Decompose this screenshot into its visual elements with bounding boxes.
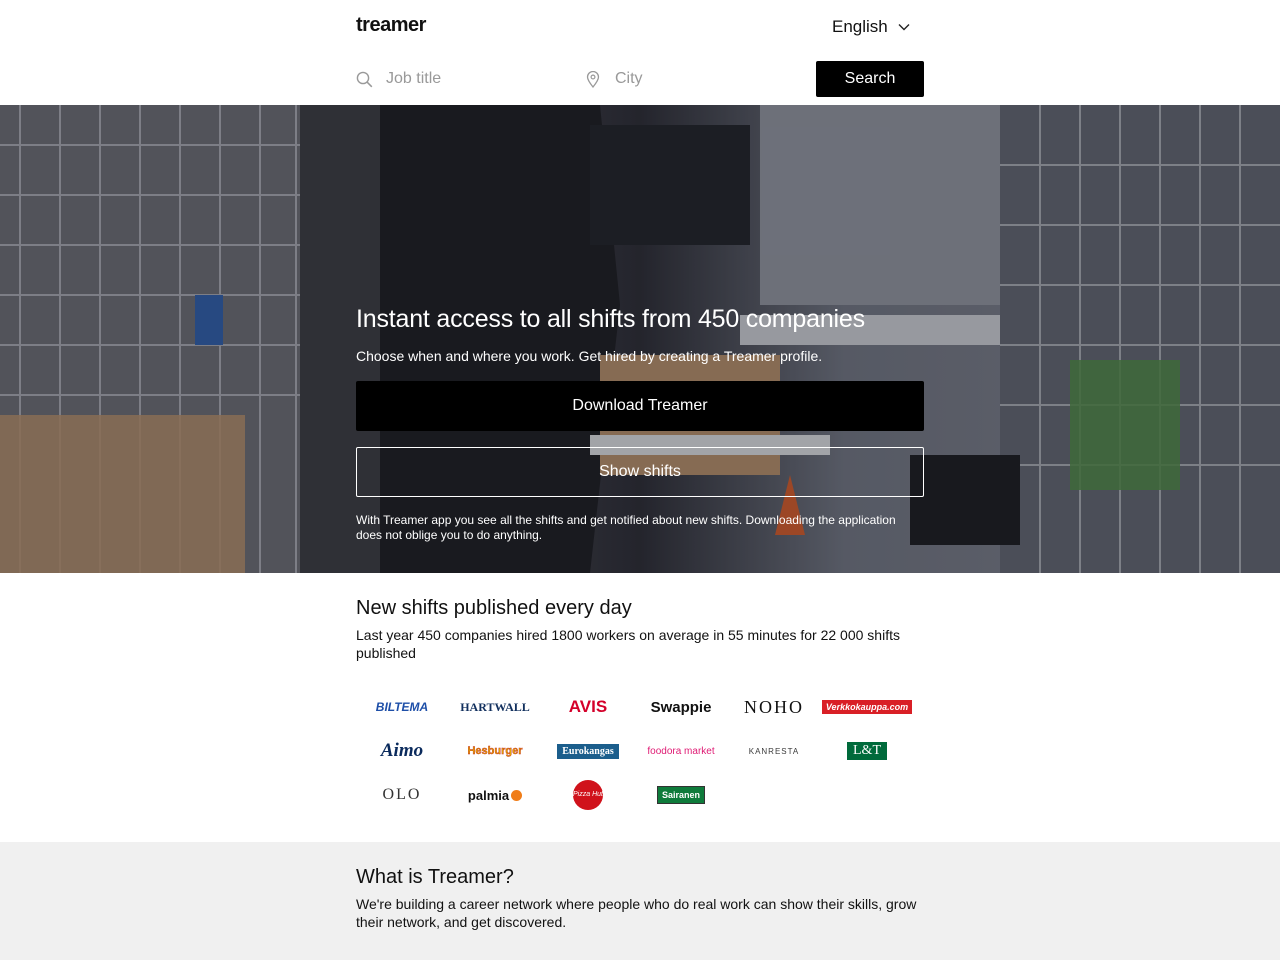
brand-logo-avis: AVIS [568,697,608,716]
language-selector[interactable]: English [832,17,910,37]
hero-subtitle: Choose when and where you work. Get hire… [356,348,823,364]
search-bar: Search [356,61,924,97]
brand-logo-hesburger: Hesburger [467,745,523,757]
shifts-description: Last year 450 companies hired 1800 worke… [356,627,900,661]
what-title: What is Treamer? [356,866,514,888]
what-description: We're building a career network where pe… [356,896,917,930]
palmia-dot-icon [511,789,523,801]
shifts-title: New shifts published every day [356,597,632,619]
hero-title: Instant access to all shifts from 450 co… [356,305,865,333]
brand-logo-biltema: BILTEMA [375,700,429,714]
hero-content: Instant access to all shifts from 450 co… [356,303,924,543]
brand-logo-olo: OLO [382,786,422,803]
city-field [586,61,816,97]
treamer-logo[interactable]: treamer [356,14,426,37]
search-icon [356,71,373,87]
brand-logo-swappie: Swappie [650,698,712,716]
city-input[interactable] [615,70,785,88]
brand-logo-noho: NOHO [744,696,804,717]
language-label: English [832,17,888,36]
company-logos: BILTEMA HARTWALL AVIS Swappie NOHO Verkk… [356,685,924,817]
brand-logo-eurokangas: Eurokangas [542,729,634,773]
hero-fine-print: With Treamer app you see all the shifts … [356,513,896,542]
hero-section: Instant access to all shifts from 450 co… [0,105,1280,573]
site-header: treamer English Search [0,0,1280,105]
search-button[interactable]: Search [816,61,924,97]
job-title-field [356,61,586,97]
what-is-treamer-section: What is Treamer? We're building a career… [0,842,1280,960]
brand-logo-palmia: palmia [449,773,541,817]
brand-logo-verkkokauppa: Verkkokauppa.com [821,685,913,729]
show-shifts-button[interactable]: Show shifts [356,447,924,497]
brand-logo-kanresta: KANRESTA [748,746,800,756]
brand-logo-hartwall: HARTWALL [460,699,530,714]
logo-row: Aimo Hesburger Eurokangas foodora market… [356,729,924,773]
logo-row: BILTEMA HARTWALL AVIS Swappie NOHO Verkk… [356,685,924,729]
brand-logo-sairanen: Sairanen [635,773,727,817]
brand-logo-aimo: Aimo [380,740,424,761]
shifts-section: New shifts published every day Last year… [0,573,1280,842]
logo-row: OLO palmia Pizza Hut Sairanen [356,773,924,817]
download-treamer-button[interactable]: Download Treamer [356,381,924,431]
chevron-down-icon [898,24,910,31]
job-title-input[interactable] [386,70,556,88]
brand-logo-pizza-hut: Pizza Hut [542,773,634,817]
location-pin-icon [586,70,600,88]
brand-logo-lt: L&T [821,729,913,773]
brand-logo-foodora-market: foodora market [647,745,715,757]
